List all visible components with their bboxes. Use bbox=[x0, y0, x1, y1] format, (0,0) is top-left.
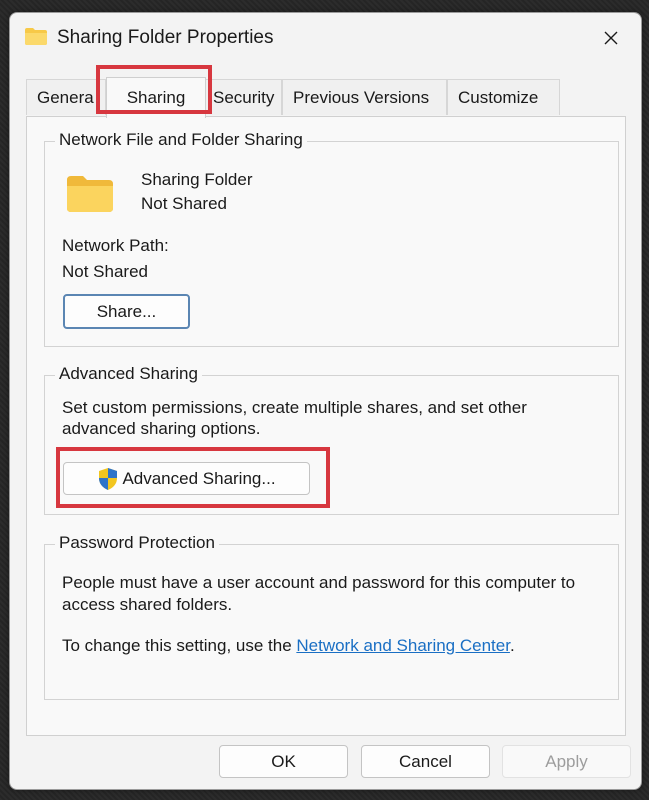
password-protection-group: Password Protection People must have a u… bbox=[44, 533, 619, 700]
advanced-sharing-button[interactable]: Advanced Sharing... bbox=[63, 462, 310, 495]
group-label: Network File and Folder Sharing bbox=[55, 130, 307, 150]
network-path-value: Not Shared bbox=[62, 262, 148, 281]
tab-label: Security bbox=[213, 87, 275, 107]
network-sharing-group: Network File and Folder Sharing Sharing … bbox=[44, 130, 619, 347]
ok-button[interactable]: OK bbox=[219, 745, 348, 778]
tab-label: Previous Versions bbox=[293, 87, 430, 107]
network-sharing-center-link[interactable]: Network and Sharing Center bbox=[296, 636, 510, 655]
tab-label: Genera bbox=[37, 87, 94, 107]
tab-previous-versions[interactable]: Previous Versions bbox=[282, 79, 447, 115]
folder-icon bbox=[67, 176, 113, 212]
change-setting-text: To change this setting, use the Network … bbox=[62, 636, 515, 656]
tab-customize[interactable]: Customize bbox=[447, 79, 560, 115]
change-setting-suffix: . bbox=[509, 636, 515, 655]
window-title: Sharing Folder Properties bbox=[57, 27, 274, 48]
title-bar: Sharing Folder Properties bbox=[10, 13, 641, 63]
folder-share-status: Not Shared bbox=[141, 194, 227, 213]
group-label: Advanced Sharing bbox=[55, 364, 202, 384]
sharing-tab-panel: Network File and Folder Sharing Sharing … bbox=[26, 116, 626, 736]
tab-general[interactable]: Genera bbox=[26, 79, 106, 115]
cancel-button[interactable]: Cancel bbox=[361, 745, 490, 778]
advanced-sharing-group: Advanced Sharing Set custom permissions,… bbox=[44, 364, 619, 515]
password-protection-text-line2: access shared folders. bbox=[62, 595, 233, 614]
tab-security[interactable]: Security bbox=[202, 79, 282, 115]
close-icon bbox=[604, 31, 618, 45]
tab-label: Sharing bbox=[126, 88, 186, 107]
advanced-sharing-description-line1: Set custom permissions, create multiple … bbox=[62, 398, 527, 417]
tab-sharing[interactable]: Sharing bbox=[106, 77, 206, 118]
password-protection-text-line1: People must have a user account and pass… bbox=[62, 573, 576, 592]
share-button[interactable]: Share... bbox=[63, 294, 190, 329]
group-label: Password Protection bbox=[55, 533, 219, 553]
apply-button[interactable]: Apply bbox=[502, 745, 631, 778]
change-setting-prefix: To change this setting, use the bbox=[62, 636, 297, 655]
network-path-label: Network Path: bbox=[62, 236, 169, 255]
tab-strip: Genera Security Previous Versions Custom… bbox=[26, 77, 626, 118]
advanced-sharing-button-label: Advanced Sharing... bbox=[122, 468, 276, 488]
close-button[interactable] bbox=[593, 22, 629, 54]
folder-name: Sharing Folder bbox=[141, 170, 253, 189]
uac-shield-icon bbox=[99, 467, 118, 490]
tab-label: Customize bbox=[458, 87, 539, 107]
properties-dialog: Sharing Folder Properties Genera Securit… bbox=[9, 12, 642, 790]
folder-icon bbox=[25, 28, 47, 45]
advanced-sharing-description-line2: advanced sharing options. bbox=[62, 419, 261, 438]
